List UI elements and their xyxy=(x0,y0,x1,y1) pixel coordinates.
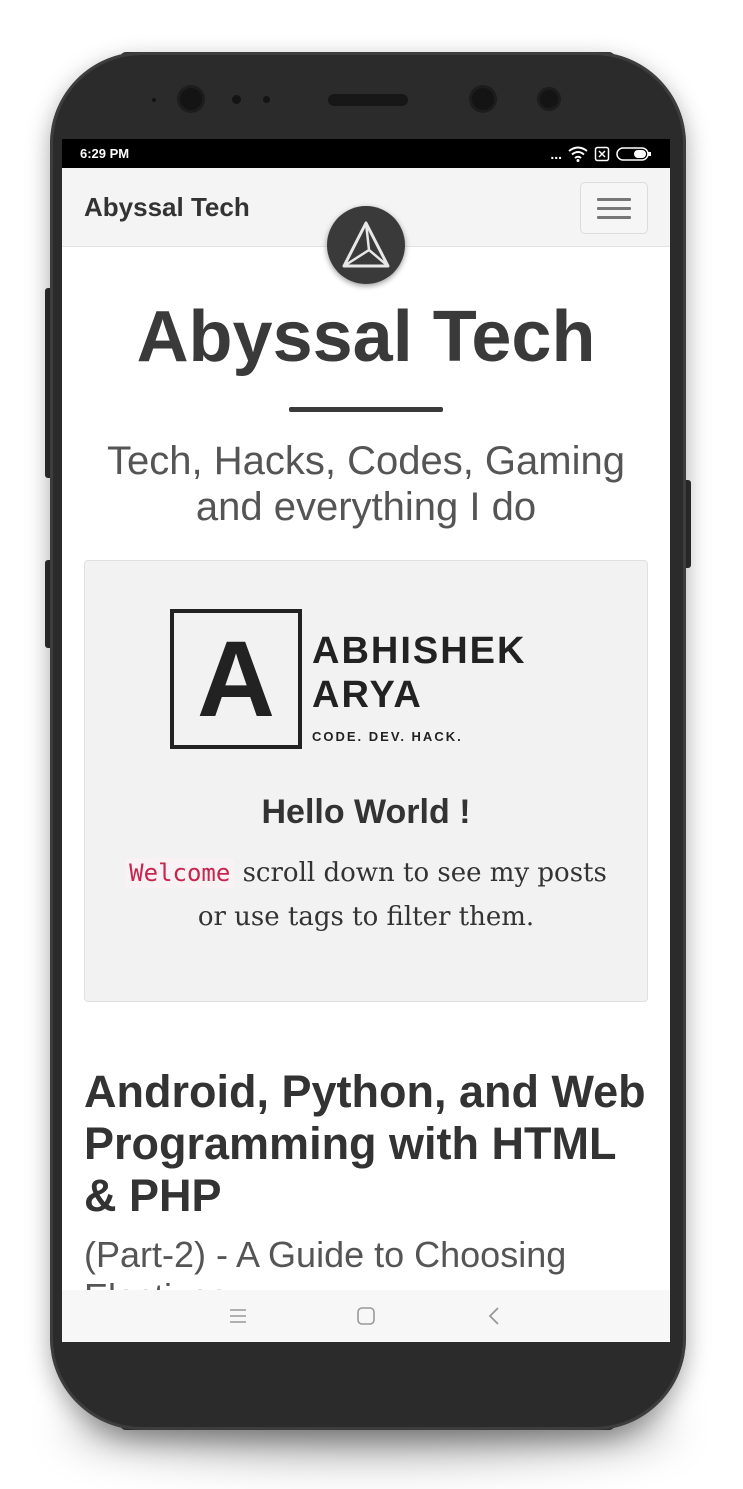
phone-screen: 6:29 PM ... Abyssal Tech Abyssal Tech Te… xyxy=(62,139,670,1342)
recents-icon xyxy=(230,1309,246,1323)
author-logo-box: A xyxy=(170,609,302,749)
status-icons: ... xyxy=(550,146,652,162)
status-bar: 6:29 PM ... xyxy=(62,139,670,168)
author-logo-name: ABHISHEK ARYA xyxy=(312,629,526,717)
earpiece-speaker xyxy=(328,94,408,106)
wifi-icon xyxy=(568,146,588,162)
hamburger-line xyxy=(597,206,631,210)
more-indicator: ... xyxy=(550,145,562,162)
front-camera-icon xyxy=(180,88,202,110)
site-logo[interactable] xyxy=(327,206,405,284)
menu-toggle-button[interactable] xyxy=(580,182,648,234)
welcome-message: scroll down to see my posts or use tags … xyxy=(197,858,607,932)
author-last-name: ARYA xyxy=(312,674,423,716)
battery-icon xyxy=(616,146,651,161)
hamburger-line xyxy=(597,215,631,219)
intro-jumbotron: A ABHISHEK ARYA CODE. DEV. HACK. Hello W… xyxy=(84,560,648,1002)
back-button[interactable] xyxy=(480,1302,508,1330)
hamburger-icon xyxy=(597,197,631,201)
author-logo: A ABHISHEK ARYA CODE. DEV. HACK. xyxy=(170,609,550,751)
page-subtitle: Tech, Hacks, Codes, Gaming and everythin… xyxy=(107,439,625,529)
back-icon xyxy=(488,1307,499,1325)
home-icon xyxy=(357,1307,375,1325)
title-divider xyxy=(289,407,443,412)
recents-button[interactable] xyxy=(224,1302,252,1330)
welcome-text: Welcome scroll down to see my posts or u… xyxy=(115,851,617,939)
post-title-link[interactable]: Android, Python, and Web Programming wit… xyxy=(84,1066,648,1222)
camera-icon xyxy=(472,88,494,110)
no-sim-icon xyxy=(594,146,610,161)
android-nav-bar xyxy=(62,1290,670,1342)
sensor-icon xyxy=(263,96,270,103)
page-title: Abyssal Tech xyxy=(136,297,596,377)
triangle-logo-icon xyxy=(342,221,390,268)
status-time: 6:29 PM xyxy=(80,146,130,161)
sensor-icon xyxy=(540,90,558,108)
sensor-icon xyxy=(232,95,241,104)
hello-heading: Hello World ! xyxy=(261,793,471,831)
sensor-icon xyxy=(152,98,156,102)
navbar-brand[interactable]: Abyssal Tech xyxy=(84,192,250,223)
home-button[interactable] xyxy=(352,1302,380,1330)
author-tagline: CODE. DEV. HACK. xyxy=(312,729,463,744)
welcome-code: Welcome xyxy=(125,858,235,888)
author-first-name: ABHISHEK xyxy=(312,630,527,672)
